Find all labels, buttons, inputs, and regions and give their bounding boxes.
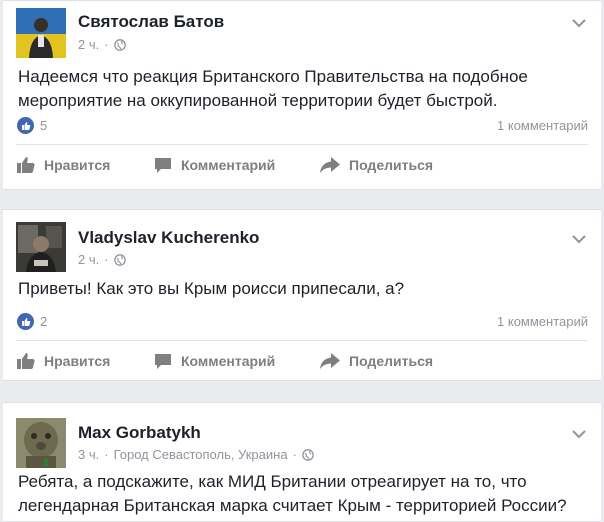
- post-meta: 2 ч. ·: [78, 37, 126, 52]
- author-name[interactable]: Max Gorbatykh: [78, 423, 201, 443]
- like-button[interactable]: Нравится: [16, 156, 110, 174]
- comment-button[interactable]: Комментарий: [153, 352, 275, 370]
- thumbs-up-icon: [17, 353, 35, 369]
- comments-count[interactable]: 1 комментарий: [497, 314, 588, 329]
- meta-separator: ·: [104, 37, 109, 52]
- comment-label: Комментарий: [181, 353, 276, 369]
- like-label: Нравится: [44, 353, 111, 369]
- post-text: Надеемся что реакция Британского Правите…: [18, 67, 528, 110]
- post-text: Ребята, а подскажите, как МИД Британии о…: [18, 472, 567, 515]
- post-location[interactable]: Город Севастополь, Украина: [114, 447, 288, 462]
- likes-summary[interactable]: 2: [17, 313, 47, 330]
- globe-icon: [302, 448, 314, 461]
- avatar-image: [16, 418, 66, 468]
- share-icon: [320, 157, 340, 173]
- thumbs-up-icon: [17, 157, 35, 173]
- post-meta: 3 ч. · Город Севастополь, Украина ·: [78, 447, 314, 462]
- like-label: Нравится: [44, 157, 111, 173]
- share-button[interactable]: Поделиться: [319, 352, 433, 370]
- divider: [16, 340, 588, 341]
- author-name[interactable]: Святослав Батов: [78, 12, 224, 32]
- likes-count: 2: [40, 314, 48, 329]
- post-card: Vladyslav Kucherenko 2 ч. · Приветы! Как…: [3, 209, 601, 381]
- share-label: Поделиться: [349, 157, 434, 173]
- chevron-down-icon[interactable]: [571, 429, 587, 439]
- comment-button[interactable]: Комментарий: [153, 156, 275, 174]
- meta-separator: ·: [292, 447, 297, 462]
- post-card: Max Gorbatykh 3 ч. · Город Севастополь, …: [3, 402, 601, 522]
- meta-separator: ·: [104, 447, 109, 462]
- avatar-image: [16, 222, 66, 272]
- like-badge-icon: [17, 117, 34, 134]
- post-time[interactable]: 3 ч.: [78, 447, 99, 462]
- globe-icon: [113, 38, 126, 51]
- chevron-down-icon[interactable]: [571, 18, 587, 28]
- divider: [16, 144, 588, 145]
- avatar[interactable]: [16, 222, 66, 272]
- share-button[interactable]: Поделиться: [319, 156, 433, 174]
- chevron-down-icon[interactable]: [571, 234, 587, 244]
- likes-count: 5: [40, 118, 48, 133]
- post-time[interactable]: 2 ч.: [78, 37, 99, 52]
- like-badge-icon: [17, 313, 34, 330]
- likes-summary[interactable]: 5: [17, 117, 47, 134]
- post-meta: 2 ч. ·: [78, 252, 126, 267]
- comment-icon: [155, 158, 171, 173]
- author-name[interactable]: Vladyslav Kucherenko: [78, 228, 259, 248]
- meta-separator: ·: [104, 252, 109, 267]
- comment-label: Комментарий: [181, 157, 276, 173]
- comments-count[interactable]: 1 комментарий: [497, 118, 588, 133]
- avatar-image: [16, 8, 66, 58]
- comment-icon: [155, 354, 171, 369]
- avatar[interactable]: [16, 8, 66, 58]
- avatar[interactable]: [16, 418, 66, 468]
- post-time[interactable]: 2 ч.: [78, 252, 99, 267]
- share-label: Поделиться: [349, 353, 434, 369]
- share-icon: [320, 353, 340, 369]
- post-text: Приветы! Как это вы Крым роисси припесал…: [18, 279, 405, 298]
- post-card: Святослав Батов 2 ч. · Надеемся что реак…: [3, 0, 601, 190]
- globe-icon: [113, 253, 126, 266]
- like-button[interactable]: Нравится: [16, 352, 110, 370]
